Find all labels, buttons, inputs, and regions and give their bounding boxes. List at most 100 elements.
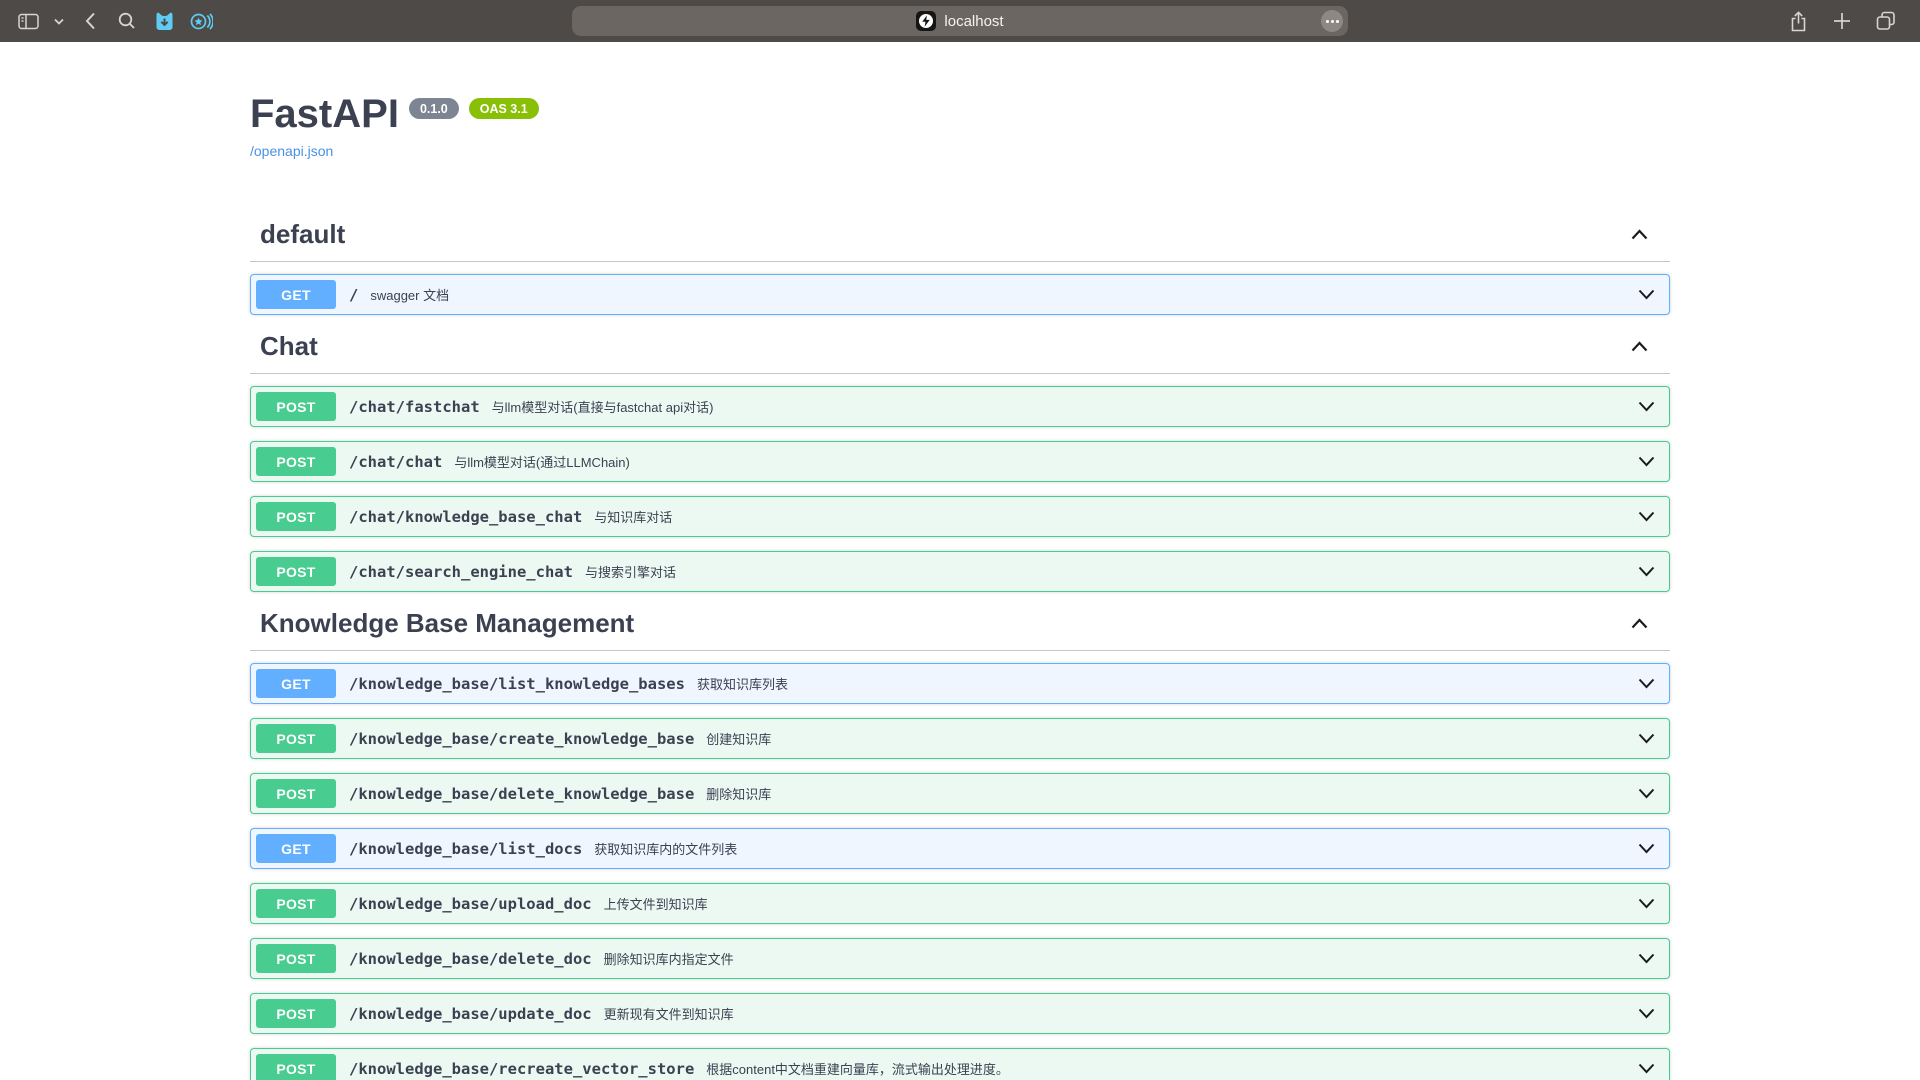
endpoint-path: /knowledge_base/recreate_vector_store: [349, 1060, 694, 1078]
method-badge: POST: [256, 557, 336, 586]
sidebar-toggle-button[interactable]: [14, 7, 42, 35]
endpoint-row[interactable]: POST /chat/fastchat 与llm模型对话(直接与fastchat…: [250, 386, 1670, 427]
expand-endpoint-chevron-down-icon[interactable]: [1638, 456, 1655, 467]
collapse-section-chevron-up-icon[interactable]: [1631, 229, 1648, 240]
endpoint-description: 根据content中文档重建向量库，流式输出处理进度。: [706, 1059, 1009, 1078]
endpoint-description: 与llm模型对话(通过LLMChain): [454, 452, 630, 471]
method-badge: POST: [256, 724, 336, 753]
endpoint-description: swagger 文档: [370, 285, 449, 304]
endpoint-description: 创建知识库: [706, 729, 771, 748]
expand-endpoint-chevron-down-icon[interactable]: [1638, 678, 1655, 689]
endpoint-description: 与搜索引擎对话: [585, 562, 676, 581]
toolbar-left-group: [0, 7, 215, 35]
expand-endpoint-chevron-down-icon[interactable]: [1638, 953, 1655, 964]
section-header[interactable]: Chat: [250, 331, 1670, 374]
endpoint-row[interactable]: POST /chat/search_engine_chat 与搜索引擎对话: [250, 551, 1670, 592]
endpoint-description: 删除知识库内指定文件: [604, 949, 734, 968]
expand-endpoint-chevron-down-icon[interactable]: [1638, 788, 1655, 799]
endpoint-path: /knowledge_base/list_knowledge_bases: [349, 675, 685, 693]
api-section-default: default GET / swagger 文档: [250, 219, 1670, 315]
endpoint-row[interactable]: POST /chat/knowledge_base_chat 与知识库对话: [250, 496, 1670, 537]
method-badge: GET: [256, 280, 336, 309]
endpoint-description: 获取知识库列表: [697, 674, 788, 693]
back-button[interactable]: [76, 7, 104, 35]
collapse-section-chevron-up-icon[interactable]: [1631, 618, 1648, 629]
endpoint-row[interactable]: GET /knowledge_base/list_knowledge_bases…: [250, 663, 1670, 704]
live-activity-extension-icon[interactable]: [187, 7, 215, 35]
endpoint-row[interactable]: POST /knowledge_base/create_knowledge_ba…: [250, 718, 1670, 759]
endpoint-path: /knowledge_base/update_doc: [349, 1005, 592, 1023]
method-badge: POST: [256, 779, 336, 808]
endpoint-row[interactable]: POST /chat/chat 与llm模型对话(通过LLMChain): [250, 441, 1670, 482]
endpoint-description: 上传文件到知识库: [604, 894, 708, 913]
endpoint-row[interactable]: POST /knowledge_base/delete_knowledge_ba…: [250, 773, 1670, 814]
section-header[interactable]: Knowledge Base Management: [250, 608, 1670, 651]
section-endpoints: GET /knowledge_base/list_knowledge_bases…: [250, 663, 1670, 1080]
method-badge: GET: [256, 834, 336, 863]
endpoint-description: 删除知识库: [706, 784, 771, 803]
method-badge: POST: [256, 1054, 336, 1080]
version-badge: 0.1.0: [409, 98, 459, 119]
tab-overview-button[interactable]: [1872, 7, 1900, 35]
method-badge: POST: [256, 889, 336, 918]
endpoint-path: /chat/knowledge_base_chat: [349, 508, 582, 526]
endpoint-path: /knowledge_base/create_knowledge_base: [349, 730, 694, 748]
expand-endpoint-chevron-down-icon[interactable]: [1638, 733, 1655, 744]
page-options-button[interactable]: [1321, 10, 1343, 32]
address-bar[interactable]: localhost: [572, 6, 1348, 36]
expand-endpoint-chevron-down-icon[interactable]: [1638, 289, 1655, 300]
endpoint-row[interactable]: GET / swagger 文档: [250, 274, 1670, 315]
endpoint-path: /knowledge_base/delete_doc: [349, 950, 592, 968]
share-button[interactable]: [1784, 7, 1812, 35]
endpoint-row[interactable]: GET /knowledge_base/list_docs 获取知识库内的文件列…: [250, 828, 1670, 869]
endpoint-row[interactable]: POST /knowledge_base/recreate_vector_sto…: [250, 1048, 1670, 1080]
expand-endpoint-chevron-down-icon[interactable]: [1638, 511, 1655, 522]
expand-endpoint-chevron-down-icon[interactable]: [1638, 566, 1655, 577]
endpoint-path: /knowledge_base/list_docs: [349, 840, 582, 858]
toolbar-right-group: [1784, 0, 1920, 42]
expand-endpoint-chevron-down-icon[interactable]: [1638, 1063, 1655, 1074]
endpoint-row[interactable]: POST /knowledge_base/update_doc 更新现有文件到知…: [250, 993, 1670, 1034]
endpoint-description: 与llm模型对话(直接与fastchat api对话): [492, 397, 714, 416]
expand-endpoint-chevron-down-icon[interactable]: [1638, 898, 1655, 909]
endpoint-path: /chat/chat: [349, 453, 442, 471]
expand-endpoint-chevron-down-icon[interactable]: [1638, 1008, 1655, 1019]
method-badge: POST: [256, 502, 336, 531]
api-info-block: FastAPI 0.1.0 OAS 3.1 /openapi.json: [250, 92, 1670, 161]
section-endpoints: GET / swagger 文档: [250, 274, 1670, 315]
section-endpoints: POST /chat/fastchat 与llm模型对话(直接与fastchat…: [250, 386, 1670, 592]
sidebar-chevron-button[interactable]: [51, 7, 67, 35]
section-title: Chat: [260, 331, 318, 361]
endpoint-row[interactable]: POST /knowledge_base/upload_doc 上传文件到知识库: [250, 883, 1670, 924]
api-badges: 0.1.0 OAS 3.1: [409, 98, 539, 119]
endpoint-description: 获取知识库内的文件列表: [594, 839, 737, 858]
endpoint-path: /knowledge_base/upload_doc: [349, 895, 592, 913]
fastapi-favicon: [916, 11, 936, 31]
collapse-section-chevron-up-icon[interactable]: [1631, 341, 1648, 352]
browser-toolbar: localhost: [0, 0, 1920, 42]
search-icon[interactable]: [113, 7, 141, 35]
endpoint-row[interactable]: POST /knowledge_base/delete_doc 删除知识库内指定…: [250, 938, 1670, 979]
bookmark-extension-icon[interactable]: [150, 7, 178, 35]
api-title: FastAPI: [250, 92, 399, 136]
endpoint-path: /: [349, 286, 358, 304]
oas-badge: OAS 3.1: [469, 98, 539, 119]
endpoint-path: /knowledge_base/delete_knowledge_base: [349, 785, 694, 803]
endpoint-description: 更新现有文件到知识库: [604, 1004, 734, 1023]
method-badge: POST: [256, 447, 336, 476]
expand-endpoint-chevron-down-icon[interactable]: [1638, 401, 1655, 412]
endpoint-description: 与知识库对话: [594, 507, 672, 526]
endpoint-path: /chat/fastchat: [349, 398, 480, 416]
openapi-spec-link[interactable]: /openapi.json: [250, 143, 333, 159]
section-header[interactable]: default: [250, 219, 1670, 262]
api-section-knowledge-base-management: Knowledge Base Management GET /knowledge…: [250, 608, 1670, 1080]
new-tab-button[interactable]: [1828, 7, 1856, 35]
expand-endpoint-chevron-down-icon[interactable]: [1638, 843, 1655, 854]
url-text: localhost: [944, 13, 1003, 30]
method-badge: GET: [256, 669, 336, 698]
method-badge: POST: [256, 392, 336, 421]
method-badge: POST: [256, 944, 336, 973]
method-badge: POST: [256, 999, 336, 1028]
api-sections: default GET / swagger 文档 Chat: [250, 219, 1670, 1080]
swagger-ui-page: FastAPI 0.1.0 OAS 3.1 /openapi.json defa…: [250, 42, 1670, 1080]
